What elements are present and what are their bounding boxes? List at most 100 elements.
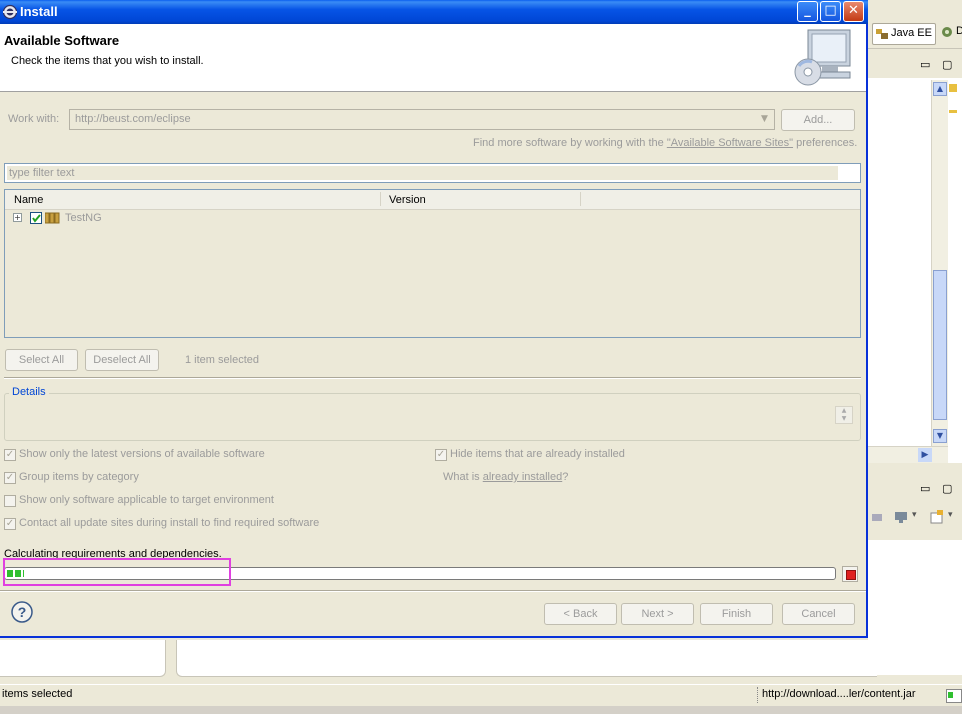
debug-perspective-icon[interactable]	[940, 25, 954, 39]
details-group: ▲ ▼	[4, 393, 861, 441]
java-ee-perspective-icon	[875, 26, 888, 39]
option-label: Contact all update sites during install …	[19, 517, 320, 529]
checkbox-checked-icon[interactable]: ✓	[4, 472, 16, 484]
status-bar: items selected http://download....ler/co…	[0, 684, 962, 707]
maximize-button[interactable]: □	[820, 1, 841, 22]
scroll-down-icon[interactable]: ▼	[933, 429, 947, 443]
software-table[interactable]: Name Version + TestNG	[4, 189, 861, 338]
column-divider[interactable]	[380, 192, 381, 206]
debug-perspective-label: D	[956, 25, 962, 37]
sites-hint-suffix: preferences.	[793, 137, 858, 149]
minimize-button[interactable]: _	[797, 1, 818, 22]
scroll-up-icon[interactable]: ▲	[933, 82, 947, 96]
back-button[interactable]: < Back	[544, 603, 617, 625]
checkbox-checked-icon[interactable]: ✓	[4, 518, 16, 530]
chevron-down-icon[interactable]: ▾	[912, 510, 917, 520]
available-software-sites-link[interactable]: "Available Software Sites"	[667, 137, 793, 149]
separator	[0, 590, 866, 592]
new-console-icon[interactable]	[930, 510, 944, 524]
add-site-button[interactable]: Add...	[781, 109, 855, 131]
help-icon[interactable]: ?	[11, 601, 33, 623]
sites-hint-prefix: Find more software by working with the	[473, 137, 667, 149]
lower-view-actions: ▾ ▾	[868, 504, 962, 540]
dialog-titlebar[interactable]: Install _ □ ✕	[0, 0, 868, 24]
maximize-icon[interactable]: ▢	[942, 482, 952, 495]
status-job-text: http://download....ler/content.jar	[762, 688, 916, 700]
expand-icon[interactable]: +	[13, 213, 22, 222]
filter-placeholder: type filter text	[9, 167, 75, 179]
already-installed-link[interactable]: already installed	[483, 471, 563, 483]
status-selection-text: items selected	[2, 688, 73, 700]
status-separator	[757, 687, 760, 703]
filter-field[interactable]: type filter text	[4, 163, 861, 183]
maximize-icon[interactable]: ▢	[942, 58, 952, 71]
install-banner-icon	[792, 28, 854, 88]
column-divider[interactable]	[580, 192, 581, 206]
option-label: Group items by category	[19, 471, 139, 483]
work-with-label: Work with:	[8, 113, 60, 125]
page-description: Check the items that you wish to install…	[11, 55, 204, 67]
what-is-prefix: What is	[443, 471, 483, 483]
perspective-java-ee[interactable]: Java EE	[872, 23, 936, 45]
cancel-operation-button[interactable]	[842, 566, 858, 582]
stop-icon	[846, 570, 856, 580]
view-bottom	[176, 640, 877, 677]
pin-icon[interactable]	[870, 510, 884, 524]
row-checkbox[interactable]	[30, 212, 42, 224]
dialog-title: Install	[20, 4, 58, 19]
progress-indicator[interactable]	[946, 689, 962, 703]
display-icon[interactable]	[894, 510, 908, 524]
next-button[interactable]: Next >	[621, 603, 694, 625]
column-header-version[interactable]: Version	[389, 194, 426, 206]
filter-input-bg	[7, 166, 838, 180]
separator	[4, 377, 861, 379]
chevron-down-icon[interactable]: ▾	[948, 510, 953, 520]
scroll-thumb[interactable]	[933, 270, 947, 420]
close-icon: ✕	[848, 3, 859, 18]
table-header: Name Version	[5, 190, 860, 210]
java-ee-label: Java EE	[891, 27, 932, 39]
option-label: Show only software applicable to target …	[19, 494, 274, 506]
chevron-down-icon[interactable]: ▼	[756, 111, 773, 128]
what-is-suffix: ?	[562, 471, 569, 483]
window-bottom-edge	[0, 706, 962, 714]
vertical-scrollbar[interactable]: ▲ ▼	[931, 80, 948, 446]
option-label: Show only the latest versions of availab…	[19, 448, 265, 460]
maximize-icon: □	[824, 3, 837, 18]
minimize-icon[interactable]: ▭	[920, 482, 930, 495]
check-icon	[32, 214, 41, 223]
deselect-all-button[interactable]: Deselect All	[85, 349, 159, 371]
overview-ruler-marker	[949, 84, 957, 92]
minimize-icon[interactable]: ▭	[920, 58, 930, 71]
overview-ruler-marker	[949, 110, 957, 113]
page-title: Available Software	[4, 33, 120, 48]
checkbox-checked-icon[interactable]: ✓	[4, 449, 16, 461]
available-sites-hint: Find more software by working with the "…	[473, 137, 857, 149]
feature-name: TestNG	[65, 212, 102, 224]
details-label: Details	[9, 386, 49, 398]
package-explorer-bottom	[0, 640, 166, 677]
option-label: Hide items that are already installed	[450, 448, 625, 460]
details-scroll-icon[interactable]: ▲ ▼	[835, 406, 853, 424]
select-all-button[interactable]: Select All	[5, 349, 78, 371]
work-with-value: http://beust.com/eclipse	[75, 113, 191, 125]
svg-text:?: ?	[18, 604, 27, 620]
lower-view-content	[868, 540, 962, 675]
work-with-combo[interactable]: http://beust.com/eclipse ▼	[69, 109, 775, 130]
minimize-icon: _	[804, 3, 811, 18]
selection-count: 1 item selected	[185, 354, 259, 366]
wizard-header: Available Software Check the items that …	[0, 24, 866, 92]
checkbox-unchecked-icon[interactable]	[4, 495, 16, 507]
column-header-name[interactable]: Name	[14, 194, 43, 206]
horizontal-scrollbar[interactable]: ▶	[868, 446, 948, 463]
table-row[interactable]: + TestNG	[5, 210, 860, 228]
finish-button[interactable]: Finish	[700, 603, 773, 625]
checkbox-checked-icon[interactable]: ✓	[435, 449, 447, 461]
scroll-right-icon[interactable]: ▶	[918, 448, 932, 462]
cancel-button[interactable]: Cancel	[782, 603, 855, 625]
lower-view-toolbar: ▭ ▢	[868, 474, 962, 504]
highlight-box	[3, 558, 231, 586]
close-button[interactable]: ✕	[843, 1, 864, 22]
already-installed-hint: What is already installed?	[443, 471, 568, 483]
perspective-toolbar: Java EE D	[868, 20, 962, 49]
